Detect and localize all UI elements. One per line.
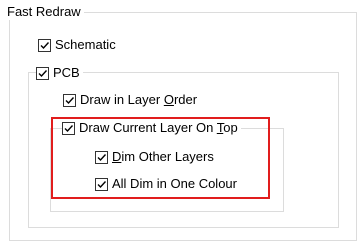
- checkbox-checked-icon: [62, 121, 75, 135]
- checkbox-checked-icon: [95, 177, 108, 191]
- pcb-label: PCB: [53, 65, 80, 80]
- checkbox-checked-icon: [36, 66, 49, 80]
- fast-redraw-title: Fast Redraw: [4, 4, 84, 20]
- schematic-label: Schematic: [55, 37, 116, 52]
- dim-other-layers-label: Dim Other Layers: [112, 149, 214, 164]
- all-dim-in-one-colour-label: All Dim in One Colour: [112, 176, 237, 191]
- draw-current-layer-on-top-checkbox[interactable]: Draw Current Layer On Top: [62, 119, 241, 137]
- schematic-checkbox[interactable]: Schematic: [38, 36, 116, 54]
- pcb-checkbox[interactable]: PCB: [36, 64, 83, 82]
- checkbox-checked-icon: [38, 38, 51, 52]
- all-dim-in-one-colour-checkbox[interactable]: All Dim in One Colour: [95, 175, 237, 193]
- draw-in-layer-order-label: Draw in Layer Order: [80, 92, 198, 107]
- checkbox-checked-icon: [63, 93, 76, 107]
- draw-in-layer-order-checkbox[interactable]: Draw in Layer Order: [63, 91, 197, 109]
- draw-current-layer-on-top-label: Draw Current Layer On Top: [79, 120, 238, 135]
- checkbox-checked-icon: [95, 150, 108, 164]
- dim-other-layers-checkbox[interactable]: Dim Other Layers: [95, 148, 214, 166]
